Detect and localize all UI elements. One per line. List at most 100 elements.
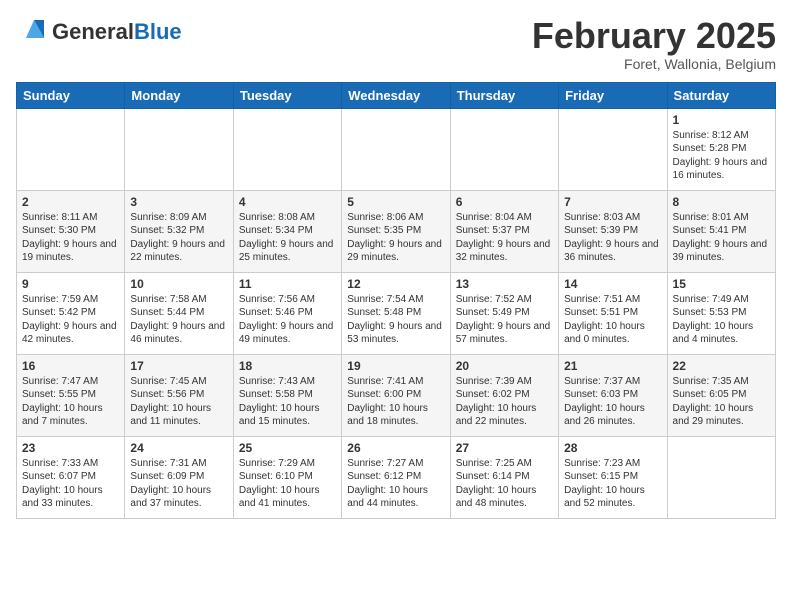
day-info: Sunrise: 7:45 AM Sunset: 5:56 PM Dayligh… bbox=[130, 375, 227, 429]
calendar-table: SundayMondayTuesdayWednesdayThursdayFrid… bbox=[16, 82, 776, 519]
weekday-header: Saturday bbox=[667, 82, 775, 108]
calendar-cell: 10 Sunrise: 7:58 AM Sunset: 5:44 PM Dayli… bbox=[125, 272, 233, 354]
day-info: Sunrise: 7:54 AM Sunset: 5:48 PM Dayligh… bbox=[347, 293, 444, 347]
day-info: Sunrise: 7:43 AM Sunset: 5:58 PM Dayligh… bbox=[239, 375, 336, 429]
weekday-header-row: SundayMondayTuesdayWednesdayThursdayFrid… bbox=[17, 82, 776, 108]
day-info: Sunrise: 8:04 AM Sunset: 5:37 PM Dayligh… bbox=[456, 211, 553, 265]
calendar-cell: 16 Sunrise: 7:47 AM Sunset: 5:55 PM Dayli… bbox=[17, 354, 125, 436]
day-info: Sunrise: 7:58 AM Sunset: 5:44 PM Dayligh… bbox=[130, 293, 227, 347]
calendar-cell: 11 Sunrise: 7:56 AM Sunset: 5:46 PM Dayli… bbox=[233, 272, 341, 354]
calendar-cell: 27 Sunrise: 7:25 AM Sunset: 6:14 PM Dayli… bbox=[450, 436, 558, 518]
day-number: 10 bbox=[130, 277, 227, 291]
day-info: Sunrise: 7:51 AM Sunset: 5:51 PM Dayligh… bbox=[564, 293, 661, 347]
day-number: 20 bbox=[456, 359, 553, 373]
day-info: Sunrise: 7:33 AM Sunset: 6:07 PM Dayligh… bbox=[22, 457, 119, 511]
day-number: 11 bbox=[239, 277, 336, 291]
calendar-cell: 21 Sunrise: 7:37 AM Sunset: 6:03 PM Dayli… bbox=[559, 354, 667, 436]
day-info: Sunrise: 7:39 AM Sunset: 6:02 PM Dayligh… bbox=[456, 375, 553, 429]
calendar-cell: 28 Sunrise: 7:23 AM Sunset: 6:15 PM Dayli… bbox=[559, 436, 667, 518]
calendar-week-row: 16 Sunrise: 7:47 AM Sunset: 5:55 PM Dayli… bbox=[17, 354, 776, 436]
day-info: Sunrise: 7:41 AM Sunset: 6:00 PM Dayligh… bbox=[347, 375, 444, 429]
day-info: Sunrise: 8:01 AM Sunset: 5:41 PM Dayligh… bbox=[673, 211, 770, 265]
day-number: 28 bbox=[564, 441, 661, 455]
calendar-cell: 1Sunrise: 8:12 AM Sunset: 5:28 PM Daylig… bbox=[667, 108, 775, 190]
page-header: GeneralBlue February 2025 Foret, Walloni… bbox=[16, 16, 776, 72]
day-info: Sunrise: 7:29 AM Sunset: 6:10 PM Dayligh… bbox=[239, 457, 336, 511]
calendar-cell bbox=[450, 108, 558, 190]
day-number: 27 bbox=[456, 441, 553, 455]
day-info: Sunrise: 8:09 AM Sunset: 5:32 PM Dayligh… bbox=[130, 211, 227, 265]
day-number: 4 bbox=[239, 195, 336, 209]
calendar-cell: 20 Sunrise: 7:39 AM Sunset: 6:02 PM Dayli… bbox=[450, 354, 558, 436]
day-info: Sunrise: 7:52 AM Sunset: 5:49 PM Dayligh… bbox=[456, 293, 553, 347]
calendar-cell bbox=[559, 108, 667, 190]
calendar-cell: 18 Sunrise: 7:43 AM Sunset: 5:58 PM Dayli… bbox=[233, 354, 341, 436]
calendar-cell: 2 Sunrise: 8:11 AM Sunset: 5:30 PM Daylig… bbox=[17, 190, 125, 272]
day-number: 24 bbox=[130, 441, 227, 455]
logo: GeneralBlue bbox=[16, 16, 182, 48]
day-number: 13 bbox=[456, 277, 553, 291]
calendar-cell: 4 Sunrise: 8:08 AM Sunset: 5:34 PM Daylig… bbox=[233, 190, 341, 272]
calendar-cell: 26 Sunrise: 7:27 AM Sunset: 6:12 PM Dayli… bbox=[342, 436, 450, 518]
day-number: 15 bbox=[673, 277, 770, 291]
calendar-cell: 17 Sunrise: 7:45 AM Sunset: 5:56 PM Dayli… bbox=[125, 354, 233, 436]
calendar-week-row: 9Sunrise: 7:59 AM Sunset: 5:42 PM Daylig… bbox=[17, 272, 776, 354]
day-number: 18 bbox=[239, 359, 336, 373]
calendar-cell: 24 Sunrise: 7:31 AM Sunset: 6:09 PM Dayli… bbox=[125, 436, 233, 518]
day-info: Sunrise: 8:08 AM Sunset: 5:34 PM Dayligh… bbox=[239, 211, 336, 265]
calendar-cell: 9Sunrise: 7:59 AM Sunset: 5:42 PM Daylig… bbox=[17, 272, 125, 354]
day-info: Sunrise: 7:35 AM Sunset: 6:05 PM Dayligh… bbox=[673, 375, 770, 429]
day-number: 12 bbox=[347, 277, 444, 291]
day-number: 6 bbox=[456, 195, 553, 209]
weekday-header: Sunday bbox=[17, 82, 125, 108]
day-number: 23 bbox=[22, 441, 119, 455]
calendar-cell: 3 Sunrise: 8:09 AM Sunset: 5:32 PM Daylig… bbox=[125, 190, 233, 272]
calendar-week-row: 23 Sunrise: 7:33 AM Sunset: 6:07 PM Dayli… bbox=[17, 436, 776, 518]
calendar-cell: 19 Sunrise: 7:41 AM Sunset: 6:00 PM Dayli… bbox=[342, 354, 450, 436]
day-number: 9 bbox=[22, 277, 119, 291]
day-info: Sunrise: 7:47 AM Sunset: 5:55 PM Dayligh… bbox=[22, 375, 119, 429]
day-number: 19 bbox=[347, 359, 444, 373]
calendar-cell bbox=[667, 436, 775, 518]
day-info: Sunrise: 7:37 AM Sunset: 6:03 PM Dayligh… bbox=[564, 375, 661, 429]
day-number: 3 bbox=[130, 195, 227, 209]
calendar-cell: 25 Sunrise: 7:29 AM Sunset: 6:10 PM Dayli… bbox=[233, 436, 341, 518]
day-info: Sunrise: 8:03 AM Sunset: 5:39 PM Dayligh… bbox=[564, 211, 661, 265]
weekday-header: Wednesday bbox=[342, 82, 450, 108]
day-number: 25 bbox=[239, 441, 336, 455]
calendar-cell bbox=[342, 108, 450, 190]
calendar-cell bbox=[233, 108, 341, 190]
calendar-week-row: 1Sunrise: 8:12 AM Sunset: 5:28 PM Daylig… bbox=[17, 108, 776, 190]
day-info: Sunrise: 7:49 AM Sunset: 5:53 PM Dayligh… bbox=[673, 293, 770, 347]
day-info: Sunrise: 7:31 AM Sunset: 6:09 PM Dayligh… bbox=[130, 457, 227, 511]
calendar-cell: 12 Sunrise: 7:54 AM Sunset: 5:48 PM Dayli… bbox=[342, 272, 450, 354]
day-info: Sunrise: 8:11 AM Sunset: 5:30 PM Dayligh… bbox=[22, 211, 119, 265]
day-number: 16 bbox=[22, 359, 119, 373]
calendar-cell: 23 Sunrise: 7:33 AM Sunset: 6:07 PM Dayli… bbox=[17, 436, 125, 518]
title-block: February 2025 Foret, Wallonia, Belgium bbox=[532, 16, 776, 72]
calendar-week-row: 2 Sunrise: 8:11 AM Sunset: 5:30 PM Daylig… bbox=[17, 190, 776, 272]
day-number: 17 bbox=[130, 359, 227, 373]
day-number: 1 bbox=[673, 113, 770, 127]
logo-icon bbox=[16, 16, 48, 48]
calendar-cell: 15 Sunrise: 7:49 AM Sunset: 5:53 PM Dayli… bbox=[667, 272, 775, 354]
weekday-header: Friday bbox=[559, 82, 667, 108]
weekday-header: Tuesday bbox=[233, 82, 341, 108]
weekday-header: Thursday bbox=[450, 82, 558, 108]
day-info: Sunrise: 7:27 AM Sunset: 6:12 PM Dayligh… bbox=[347, 457, 444, 511]
day-info: Sunrise: 7:56 AM Sunset: 5:46 PM Dayligh… bbox=[239, 293, 336, 347]
day-info: Sunrise: 7:23 AM Sunset: 6:15 PM Dayligh… bbox=[564, 457, 661, 511]
calendar-cell bbox=[125, 108, 233, 190]
day-number: 5 bbox=[347, 195, 444, 209]
day-number: 2 bbox=[22, 195, 119, 209]
day-info: Sunrise: 7:25 AM Sunset: 6:14 PM Dayligh… bbox=[456, 457, 553, 511]
calendar-cell: 22Sunrise: 7:35 AM Sunset: 6:05 PM Dayli… bbox=[667, 354, 775, 436]
calendar-cell: 5Sunrise: 8:06 AM Sunset: 5:35 PM Daylig… bbox=[342, 190, 450, 272]
calendar-cell: 14Sunrise: 7:51 AM Sunset: 5:51 PM Dayli… bbox=[559, 272, 667, 354]
day-number: 7 bbox=[564, 195, 661, 209]
day-number: 26 bbox=[347, 441, 444, 455]
location-subtitle: Foret, Wallonia, Belgium bbox=[532, 56, 776, 72]
day-number: 8 bbox=[673, 195, 770, 209]
calendar-cell: 13 Sunrise: 7:52 AM Sunset: 5:49 PM Dayli… bbox=[450, 272, 558, 354]
day-number: 21 bbox=[564, 359, 661, 373]
